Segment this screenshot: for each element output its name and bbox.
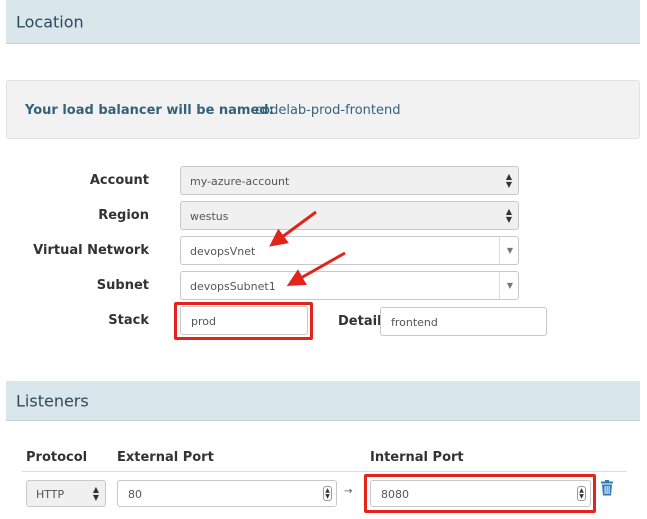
red-arrow-icon — [269, 210, 346, 286]
updown-spinner-icon: ▲ ▼ — [92, 485, 99, 502]
column-header-protocol: Protocol — [26, 450, 88, 465]
column-header-external-port: External Port — [117, 450, 214, 465]
external-port-input[interactable]: 80 ▲ ▼ — [117, 480, 337, 507]
trash-icon[interactable] — [600, 480, 614, 496]
listeners-section-header: Listeners — [6, 381, 640, 421]
port-mapping-arrow: → — [344, 486, 353, 497]
listeners-title: Listeners — [16, 391, 89, 410]
internal-port-highlight-box — [364, 474, 596, 513]
column-header-internal-port: Internal Port — [370, 450, 464, 465]
protocol-value: HTTP — [36, 488, 65, 501]
red-arrow-subnet — [286, 251, 346, 286]
external-port-value: 80 — [128, 488, 142, 501]
red-arrow-vnet — [269, 210, 317, 247]
protocol-select[interactable]: HTTP ▲ ▼ — [26, 480, 106, 507]
updown-spinner-icon[interactable]: ▲ ▼ — [323, 486, 332, 501]
